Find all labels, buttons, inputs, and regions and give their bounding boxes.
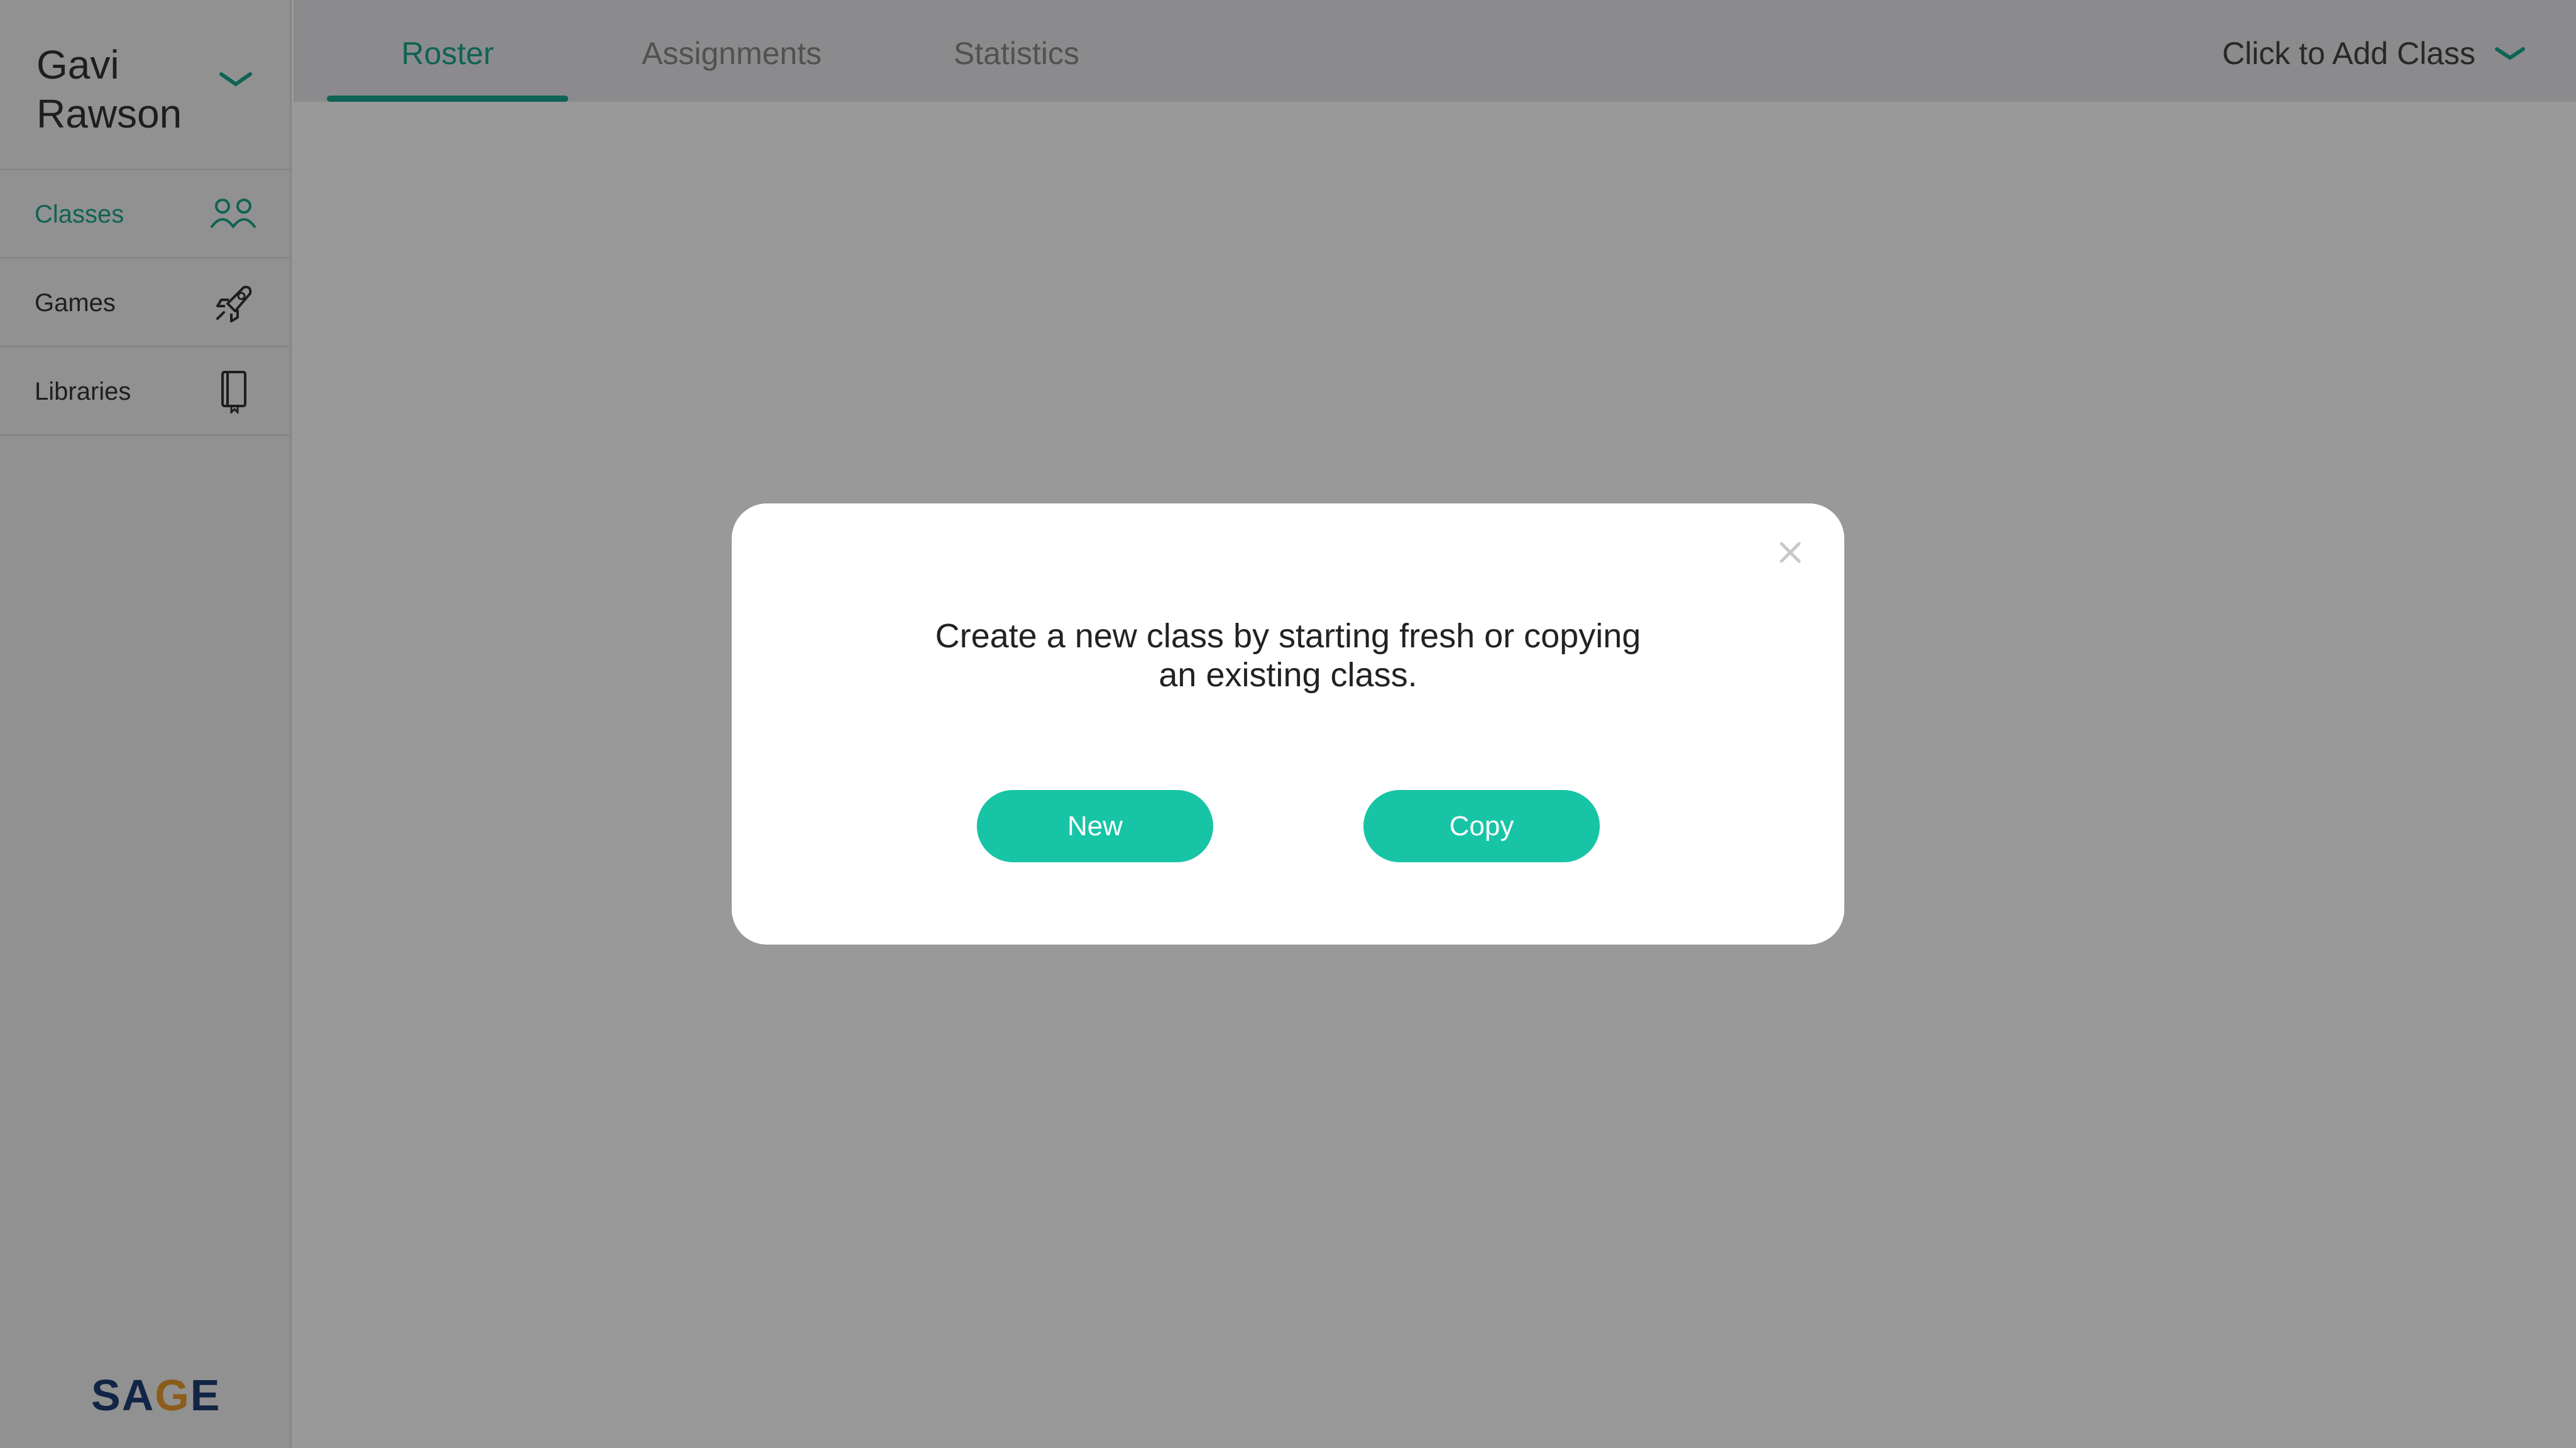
new-class-button[interactable]: New — [977, 790, 1213, 862]
copy-class-button[interactable]: Copy — [1363, 790, 1600, 862]
dialog-message: Create a new class by starting fresh or … — [935, 617, 1641, 694]
app-window: Gavi Rawson Classes Games Libraries SAGE… — [0, 0, 2576, 1448]
create-class-dialog: Create a new class by starting fresh or … — [732, 503, 1844, 945]
close-icon[interactable] — [1771, 534, 1809, 571]
